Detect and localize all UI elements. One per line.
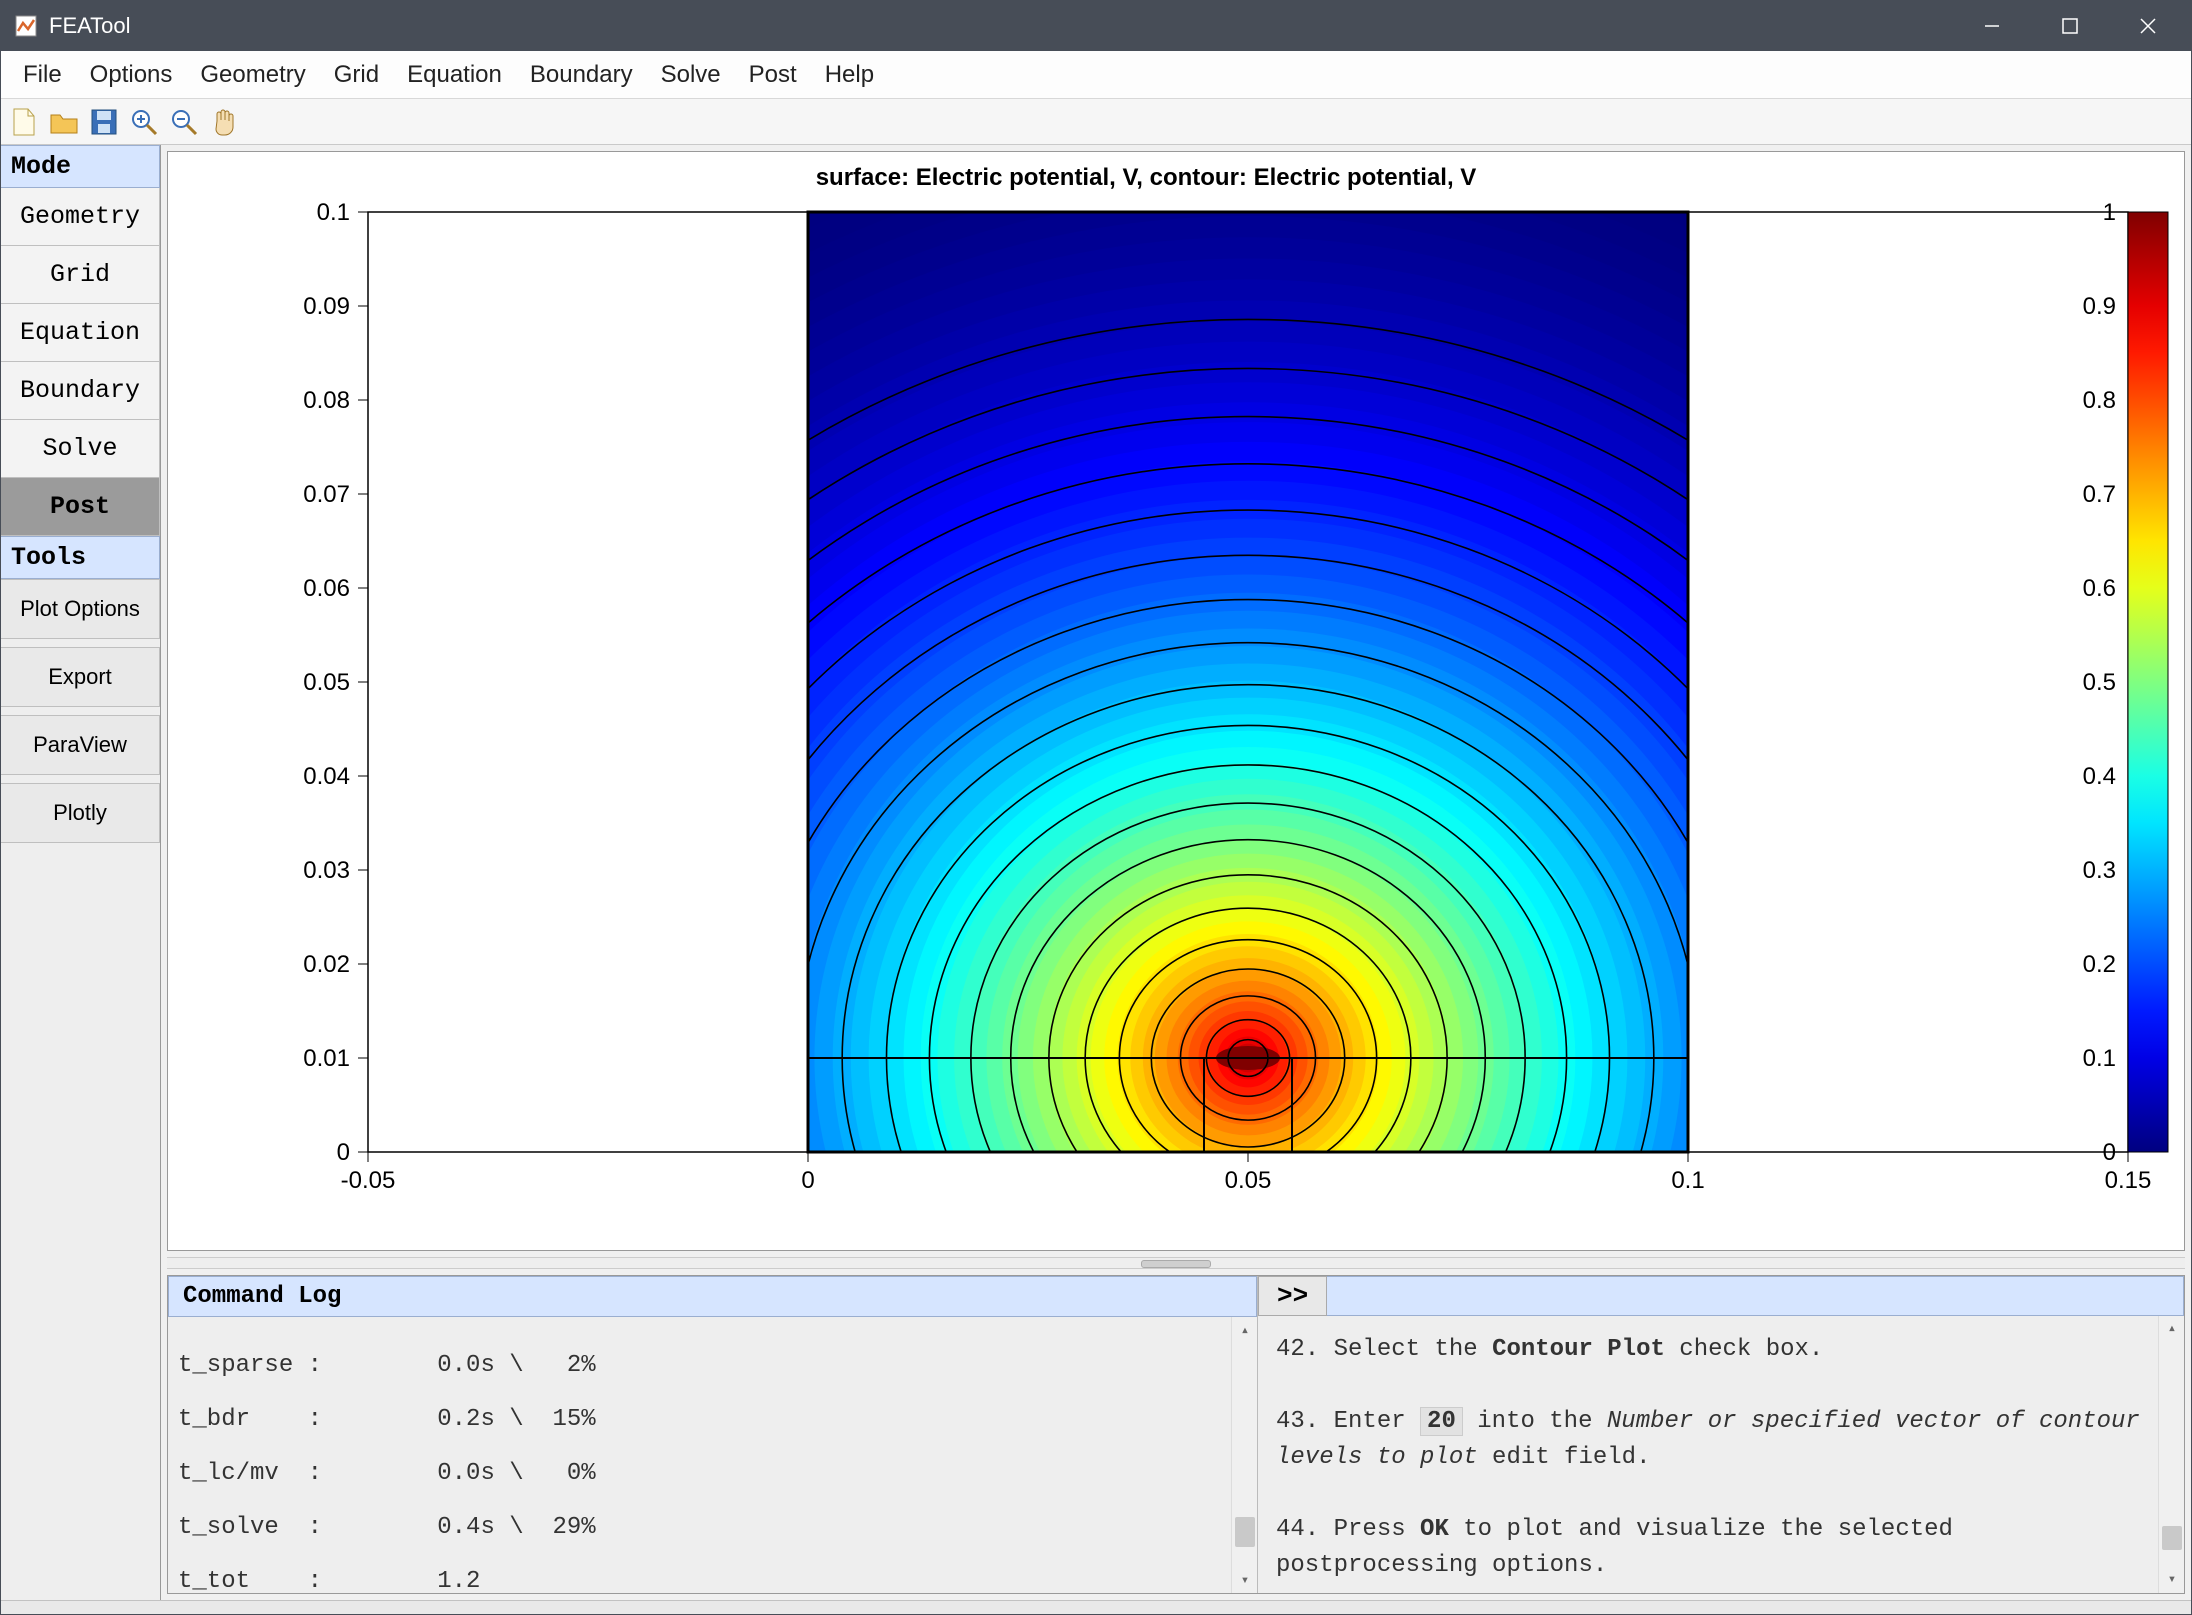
app-window: FEATool File Options Geometry Grid Equat… (0, 0, 2192, 1615)
menu-post[interactable]: Post (735, 55, 811, 95)
instruction-step-43: 43. Enter 20 into the Number or specifie… (1276, 1404, 2166, 1476)
mode-header: Mode (1, 145, 160, 188)
svg-text:0.3: 0.3 (2083, 857, 2116, 884)
svg-text:0.01: 0.01 (303, 1045, 350, 1072)
scroll-up-icon[interactable]: ▴ (1232, 1317, 1257, 1343)
plot-options-button[interactable]: Plot Options (1, 579, 160, 639)
zoom-out-icon[interactable] (167, 105, 201, 139)
svg-text:0.05: 0.05 (1225, 1167, 1272, 1194)
plotly-button[interactable]: Plotly (1, 783, 160, 843)
svg-text:0.07: 0.07 (303, 481, 350, 508)
menu-boundary[interactable]: Boundary (516, 55, 647, 95)
svg-text:0.2: 0.2 (2083, 951, 2116, 978)
maximize-button[interactable] (2031, 2, 2109, 50)
svg-text:0.1: 0.1 (2083, 1045, 2116, 1072)
titlebar: FEATool (1, 1, 2191, 51)
bottom-panel: Command Log t_sparse : 0.0s \ 2% t_bdr :… (167, 1275, 2185, 1594)
close-button[interactable] (2109, 2, 2187, 50)
svg-text:0.4: 0.4 (2083, 763, 2116, 790)
menubar: File Options Geometry Grid Equation Boun… (1, 51, 2191, 99)
svg-text:0.8: 0.8 (2083, 387, 2116, 414)
svg-text:0.04: 0.04 (303, 763, 350, 790)
svg-text:0.03: 0.03 (303, 857, 350, 884)
prompt-button[interactable]: >> (1258, 1276, 1327, 1316)
log-line: t_sparse : 0.0s \ 2% (178, 1352, 596, 1379)
svg-text:0: 0 (337, 1139, 350, 1166)
window-title: FEATool (49, 13, 1953, 39)
mode-boundary[interactable]: Boundary (1, 362, 160, 420)
menu-grid[interactable]: Grid (320, 55, 393, 95)
toolbar (1, 99, 2191, 145)
command-log-panel: Command Log t_sparse : 0.0s \ 2% t_bdr :… (168, 1276, 1258, 1593)
menu-solve[interactable]: Solve (647, 55, 735, 95)
svg-text:-0.05: -0.05 (341, 1167, 396, 1194)
log-scrollbar[interactable]: ▴ ▾ (1231, 1317, 1257, 1593)
minimize-button[interactable] (1953, 2, 2031, 50)
instructions-panel: >> 42. Select the Contour Plot check box… (1258, 1276, 2184, 1593)
command-log-body[interactable]: t_sparse : 0.0s \ 2% t_bdr : 0.2s \ 15% … (168, 1317, 1257, 1593)
menu-options[interactable]: Options (76, 55, 187, 95)
pan-hand-icon[interactable] (207, 105, 241, 139)
export-button[interactable]: Export (1, 647, 160, 707)
command-input[interactable] (1327, 1276, 2184, 1316)
main-area: Mode Geometry Grid Equation Boundary Sol… (1, 145, 2191, 1600)
instructions-body[interactable]: 42. Select the Contour Plot check box. 4… (1258, 1316, 2184, 1593)
plot-canvas[interactable]: 0 0.01 0.02 0.03 0.04 0.05 0.06 0.07 0.08 0.09 0.1… (168, 152, 2180, 1238)
menu-equation[interactable]: Equation (393, 55, 516, 95)
svg-text:0.05: 0.05 (303, 669, 350, 696)
save-icon[interactable] (87, 105, 121, 139)
mode-post[interactable]: Post (1, 478, 160, 536)
log-line: t_bdr : 0.2s \ 15% (178, 1406, 596, 1433)
command-log-header: Command Log (168, 1276, 1257, 1317)
instruction-step-42: 42. Select the Contour Plot check box. (1276, 1332, 2166, 1368)
mode-geometry[interactable]: Geometry (1, 188, 160, 246)
svg-text:0.1: 0.1 (317, 199, 350, 226)
svg-text:0.15: 0.15 (2105, 1167, 2152, 1194)
new-file-icon[interactable] (7, 105, 41, 139)
open-folder-icon[interactable] (47, 105, 81, 139)
scroll-down-icon[interactable]: ▾ (1232, 1567, 1257, 1593)
svg-text:0.08: 0.08 (303, 387, 350, 414)
horizontal-splitter[interactable] (167, 1257, 2185, 1269)
menu-help[interactable]: Help (811, 55, 888, 95)
tools-header: Tools (1, 536, 160, 579)
scroll-up-icon[interactable]: ▴ (2159, 1316, 2184, 1342)
scroll-thumb[interactable] (2162, 1526, 2182, 1550)
log-line: t_lc/mv : 0.0s \ 0% (178, 1460, 596, 1487)
instructions-scrollbar[interactable]: ▴ ▾ (2158, 1316, 2184, 1593)
svg-text:0.09: 0.09 (303, 293, 350, 320)
svg-text:0.5: 0.5 (2083, 669, 2116, 696)
svg-text:1: 1 (2103, 199, 2116, 226)
paraview-button[interactable]: ParaView (1, 715, 160, 775)
svg-text:0.7: 0.7 (2083, 481, 2116, 508)
content: surface: Electric potential, V, contour:… (161, 145, 2191, 1600)
mode-equation[interactable]: Equation (1, 304, 160, 362)
scroll-thumb[interactable] (1235, 1517, 1255, 1547)
log-line: t_solve : 0.4s \ 29% (178, 1514, 596, 1541)
svg-text:0.02: 0.02 (303, 951, 350, 978)
svg-text:0.1: 0.1 (1671, 1167, 1704, 1194)
svg-text:0.9: 0.9 (2083, 293, 2116, 320)
menu-file[interactable]: File (9, 55, 76, 95)
svg-text:0.06: 0.06 (303, 575, 350, 602)
svg-text:0.6: 0.6 (2083, 575, 2116, 602)
zoom-in-icon[interactable] (127, 105, 161, 139)
svg-text:0: 0 (2103, 1139, 2116, 1166)
plot-panel: surface: Electric potential, V, contour:… (167, 151, 2185, 1251)
mode-grid[interactable]: Grid (1, 246, 160, 304)
statusbar (1, 1600, 2191, 1614)
mode-solve[interactable]: Solve (1, 420, 160, 478)
instruction-step-44: 44. Press OK to plot and visualize the s… (1276, 1512, 2166, 1584)
scroll-down-icon[interactable]: ▾ (2159, 1567, 2184, 1593)
menu-geometry[interactable]: Geometry (186, 55, 319, 95)
app-icon (13, 13, 39, 39)
log-line: t_tot : 1.2 (178, 1568, 480, 1593)
svg-text:0: 0 (801, 1167, 814, 1194)
sidebar: Mode Geometry Grid Equation Boundary Sol… (1, 145, 161, 1600)
